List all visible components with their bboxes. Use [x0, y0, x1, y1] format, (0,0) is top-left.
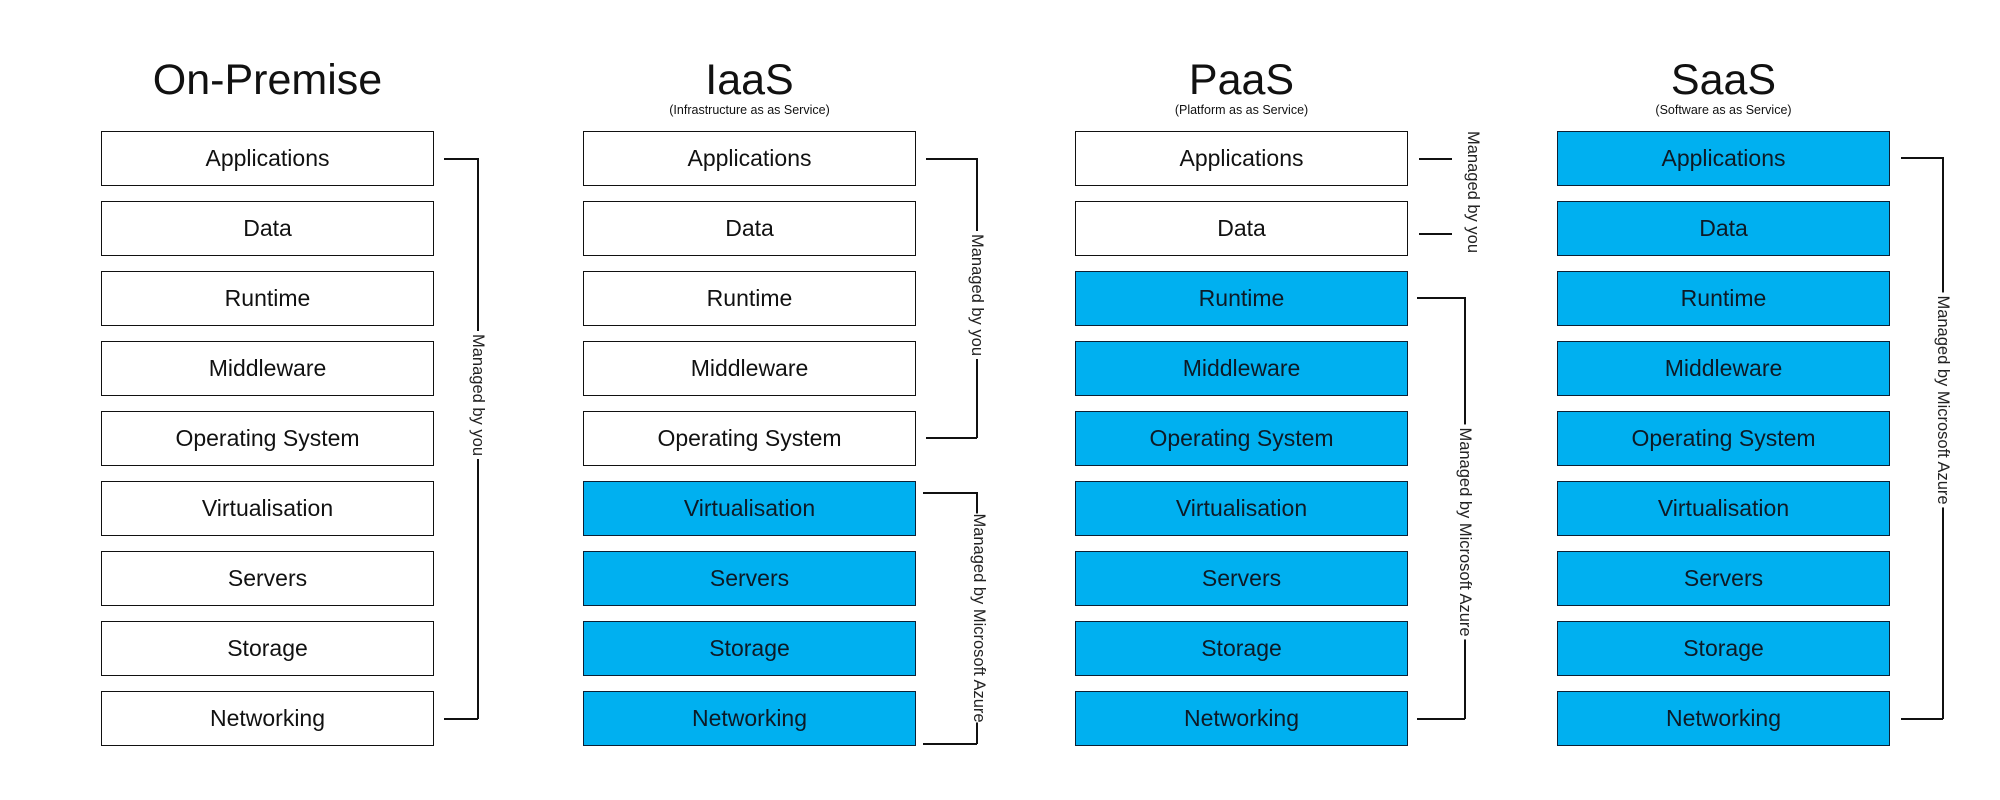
layer-virtualisation: Virtualisation: [101, 481, 434, 536]
bracket-bottom-tick: [444, 718, 478, 720]
layer-operating-system: Operating System: [583, 411, 916, 466]
bracket-bottom-tick: [1417, 718, 1465, 720]
layer-virtualisation: Virtualisation: [1075, 481, 1408, 536]
layer-storage: Storage: [101, 621, 434, 676]
bracket-bottom-tick: [1901, 718, 1943, 720]
bracket-top-tick: [444, 158, 478, 160]
bracket-top-tick: [1419, 158, 1452, 160]
column-subtitle: (Software as as Service): [1655, 103, 1792, 117]
layer-virtualisation: Virtualisation: [1557, 481, 1890, 536]
column-iaas: IaaS (Infrastructure as as Service) Appl…: [583, 0, 916, 800]
bracket-bottom-tick: [926, 437, 977, 439]
bracket-top-tick: [1901, 157, 1943, 159]
layer-middleware: Middleware: [1557, 341, 1890, 396]
layer-servers: Servers: [101, 551, 434, 606]
bracket-bottom-tick: [923, 743, 977, 745]
layer-runtime: Runtime: [1075, 271, 1408, 326]
layer-runtime: Runtime: [1557, 271, 1890, 326]
bracket-label: Managed by you: [469, 330, 487, 460]
layer-storage: Storage: [583, 621, 916, 676]
layer-runtime: Runtime: [583, 271, 916, 326]
bracket-label: Managed by you: [1464, 130, 1482, 254]
layer-storage: Storage: [1075, 621, 1408, 676]
layer-operating-system: Operating System: [1557, 411, 1890, 466]
layer-networking: Networking: [101, 691, 434, 746]
bracket-label: Managed by Microsoft Azure: [970, 513, 988, 723]
column-on-premise: On-Premise Applications Data Runtime Mid…: [101, 0, 434, 800]
column-paas: PaaS (Platform as as Service) Applicatio…: [1075, 0, 1408, 800]
layer-applications: Applications: [583, 131, 916, 186]
layer-applications: Applications: [1075, 131, 1408, 186]
layer-data: Data: [583, 201, 916, 256]
layer-middleware: Middleware: [1075, 341, 1408, 396]
column-subtitle: (Infrastructure as as Service): [669, 103, 830, 117]
bracket-label: Managed by Microsoft Azure: [1934, 292, 1952, 508]
bracket-top-tick: [1417, 297, 1465, 299]
layer-networking: Networking: [583, 691, 916, 746]
layer-data: Data: [1557, 201, 1890, 256]
layer-middleware: Middleware: [583, 341, 916, 396]
column-title: SaaS: [1670, 56, 1777, 104]
layer-networking: Networking: [1557, 691, 1890, 746]
bracket-top-tick: [923, 492, 977, 494]
bracket-top-tick: [926, 158, 977, 160]
column-title: On-Premise: [152, 56, 383, 104]
bracket-label: Managed by Microsoft Azure: [1456, 424, 1474, 640]
layer-networking: Networking: [1075, 691, 1408, 746]
column-saas: SaaS (Software as as Service) Applicatio…: [1557, 0, 1890, 800]
layer-applications: Applications: [1557, 131, 1890, 186]
layer-storage: Storage: [1557, 621, 1890, 676]
layer-data: Data: [1075, 201, 1408, 256]
layer-servers: Servers: [583, 551, 916, 606]
column-title: IaaS: [705, 56, 794, 104]
column-title: PaaS: [1188, 56, 1295, 104]
layer-middleware: Middleware: [101, 341, 434, 396]
layer-data: Data: [101, 201, 434, 256]
layer-operating-system: Operating System: [101, 411, 434, 466]
bracket-bottom-tick: [1419, 233, 1452, 235]
layer-operating-system: Operating System: [1075, 411, 1408, 466]
layer-servers: Servers: [1557, 551, 1890, 606]
layer-runtime: Runtime: [101, 271, 434, 326]
column-subtitle: (Platform as as Service): [1174, 103, 1309, 117]
layer-servers: Servers: [1075, 551, 1408, 606]
layer-virtualisation: Virtualisation: [583, 481, 916, 536]
layer-applications: Applications: [101, 131, 434, 186]
bracket-label: Managed by you: [968, 230, 986, 360]
